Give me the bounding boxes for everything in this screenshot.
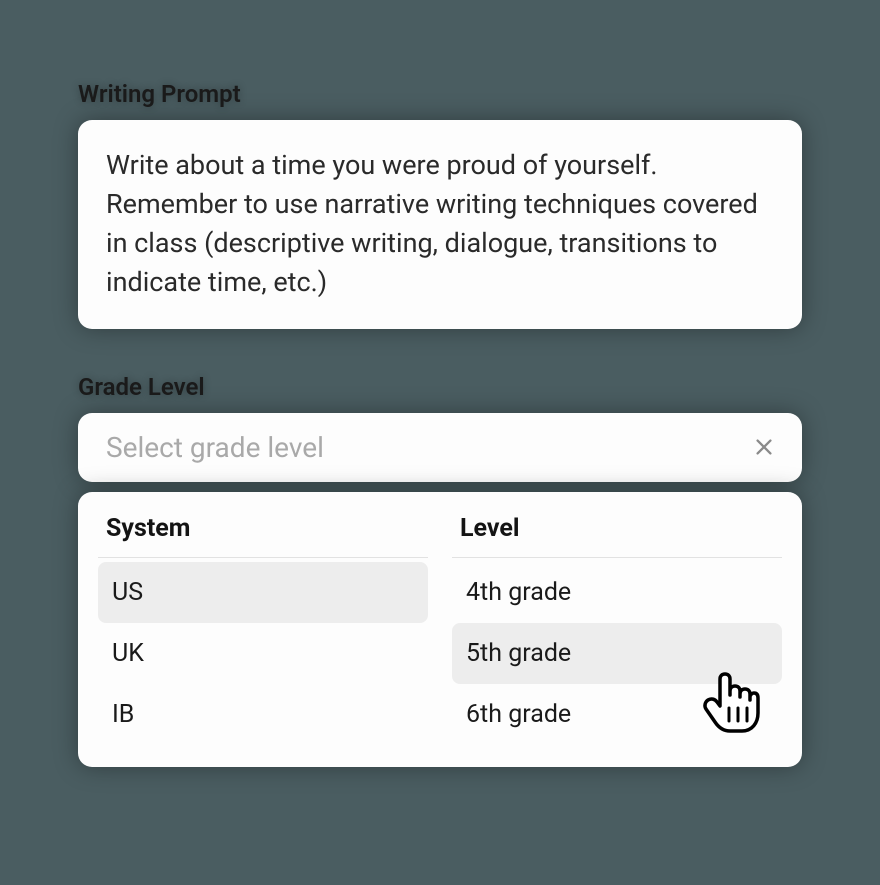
system-item-uk[interactable]: UK <box>98 623 428 684</box>
writing-prompt-section: Writing Prompt Write about a time you we… <box>78 80 802 329</box>
clear-icon[interactable] <box>750 433 778 461</box>
system-column: System US UK IB <box>98 510 428 745</box>
grade-level-input-row[interactable]: Select grade level <box>78 413 802 482</box>
grade-level-placeholder: Select grade level <box>106 431 324 464</box>
grade-level-dropdown: System US UK IB Level 4th grade 5th grad… <box>78 492 802 767</box>
level-item-5th[interactable]: 5th grade <box>452 623 782 684</box>
system-item-us[interactable]: US <box>98 562 428 623</box>
level-column: Level 4th grade 5th grade 6th grade <box>452 510 782 745</box>
level-column-header: Level <box>452 510 782 558</box>
grade-level-select[interactable]: Select grade level <box>78 413 802 482</box>
level-item-6th[interactable]: 6th grade <box>452 684 782 745</box>
grade-level-section: Grade Level Select grade level System US… <box>78 373 802 767</box>
writing-prompt-card: Write about a time you were proud of you… <box>78 120 802 329</box>
writing-prompt-label: Writing Prompt <box>78 80 802 108</box>
grade-level-label: Grade Level <box>78 373 802 401</box>
system-item-ib[interactable]: IB <box>98 684 428 745</box>
system-column-header: System <box>98 510 428 558</box>
writing-prompt-text: Write about a time you were proud of you… <box>106 146 774 303</box>
level-item-4th[interactable]: 4th grade <box>452 562 782 623</box>
